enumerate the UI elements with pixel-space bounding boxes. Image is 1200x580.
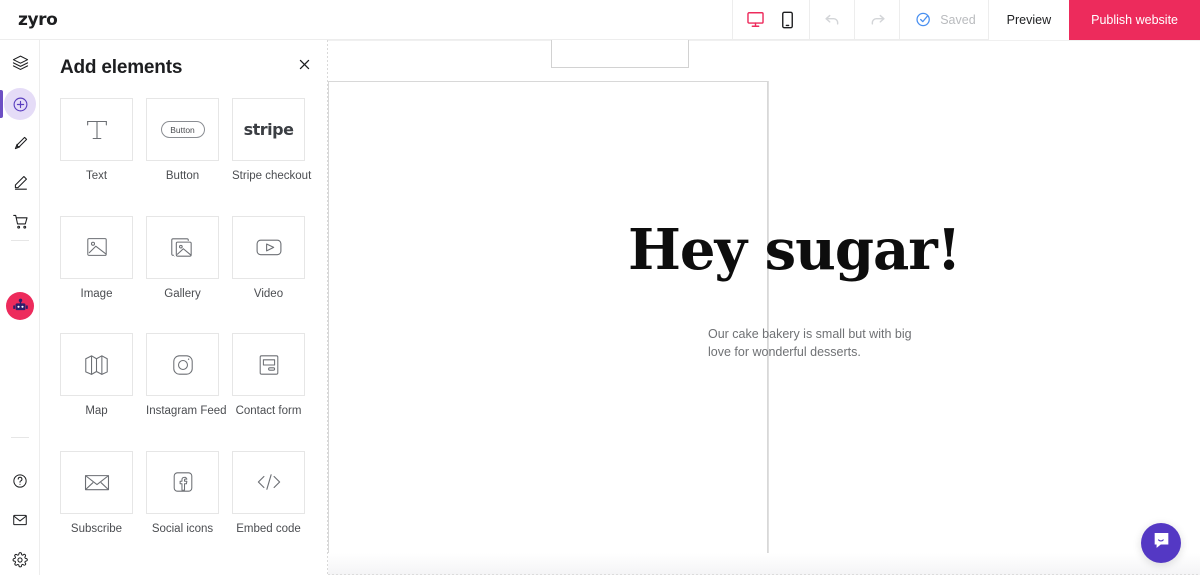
element-tile-text[interactable]: Text	[60, 98, 133, 183]
element-label: Subscribe	[70, 522, 123, 535]
element-tile-subscribe[interactable]: Subscribe	[60, 450, 133, 536]
zyro-logo[interactable]: zyro	[18, 10, 58, 30]
left-sidebar	[0, 40, 40, 575]
help-circle-icon	[4, 465, 36, 497]
image-icon	[60, 215, 133, 279]
preview-button[interactable]: Preview	[987, 0, 1070, 40]
element-tile-gallery[interactable]: Gallery	[146, 215, 219, 301]
publish-website-button[interactable]: Publish website	[1069, 0, 1200, 40]
chat-bubble-icon	[1151, 530, 1172, 556]
sidebar-item-online-store[interactable]	[0, 201, 40, 241]
element-label: Image	[80, 287, 113, 300]
element-label: Gallery	[164, 287, 201, 300]
undo-button[interactable]	[809, 0, 854, 40]
sidebar-item-ai-assistant[interactable]	[0, 286, 40, 326]
element-label: Embed code	[236, 522, 301, 535]
canvas-bottom-fade	[328, 553, 1200, 575]
element-label: Social icons	[151, 522, 214, 535]
saved-label: Saved	[940, 12, 976, 27]
cart-icon	[4, 205, 36, 237]
close-icon[interactable]	[295, 55, 313, 73]
redo-icon[interactable]	[866, 9, 888, 31]
text-icon	[60, 98, 133, 161]
code-icon	[232, 450, 305, 514]
video-icon	[232, 215, 305, 279]
gear-icon	[4, 544, 36, 576]
mail-icon	[4, 504, 36, 536]
map-icon	[60, 333, 133, 397]
canvas-hero-section[interactable]	[328, 81, 768, 554]
device-switcher	[732, 0, 809, 40]
element-label: Stripe checkout	[232, 170, 312, 182]
button-chip-label: Button	[160, 121, 205, 138]
saved-check-icon	[912, 9, 934, 31]
stripe-wordmark: stripe	[243, 120, 294, 139]
element-tile-stripe-checkout[interactable]: stripe Stripe checkout	[232, 98, 312, 183]
sidebar-item-add-elements[interactable]	[0, 84, 40, 124]
element-label: Instagram Feed	[146, 405, 227, 418]
element-label: Text	[85, 170, 108, 182]
element-label: Map	[85, 405, 108, 418]
stripe-icon: stripe	[232, 98, 305, 161]
sidebar-item-messages[interactable]	[0, 500, 40, 540]
contact-form-icon	[232, 333, 305, 397]
element-tile-instagram-feed[interactable]: Instagram Feed	[146, 333, 227, 418]
facebook-icon	[146, 450, 219, 514]
element-tile-contact-form[interactable]: Contact form	[232, 333, 305, 418]
element-label: Video	[253, 287, 284, 300]
canvas-top-strip	[328, 40, 1200, 41]
canvas-element-outline-top[interactable]	[551, 40, 689, 68]
element-tile-map[interactable]: Map	[60, 333, 133, 418]
element-label: Button	[165, 170, 200, 182]
site-canvas[interactable]: Hey sugar! Our cake bakery is small but …	[328, 40, 1200, 575]
panel-title: Add elements	[60, 57, 183, 78]
sidebar-item-help[interactable]	[0, 461, 40, 501]
intercom-chat-launcher[interactable]	[1141, 523, 1181, 563]
pen-icon	[4, 166, 36, 198]
button-icon: Button	[146, 98, 219, 161]
element-tile-button[interactable]: Button Button	[146, 98, 219, 183]
sidebar-item-styles[interactable]	[0, 123, 40, 163]
envelope-icon	[60, 450, 133, 514]
element-tile-embed-code[interactable]: Embed code	[232, 450, 305, 536]
top-bar-actions: Saved Preview Publish website	[732, 0, 1200, 40]
layers-icon	[4, 46, 36, 78]
top-bar: zyro Saved Preview Publish website	[0, 0, 1200, 40]
sidebar-item-blog[interactable]	[0, 162, 40, 202]
save-status: Saved	[899, 0, 987, 40]
canvas-alignment-guide	[768, 81, 769, 554]
element-tile-video[interactable]: Video	[232, 215, 305, 301]
sidebar-divider-top	[11, 240, 29, 241]
undo-icon[interactable]	[821, 9, 843, 31]
sidebar-divider-bottom	[11, 437, 29, 438]
element-label: Contact form	[235, 405, 302, 418]
robot-icon	[6, 292, 34, 320]
desktop-view-icon[interactable]	[744, 9, 766, 31]
sidebar-item-pages[interactable]	[0, 42, 40, 82]
hero-heading[interactable]: Hey sugar!	[628, 222, 961, 278]
redo-button[interactable]	[854, 0, 899, 40]
brush-icon	[4, 127, 36, 159]
elements-grid: Text Button Button stripe Stripe checkou…	[60, 98, 312, 536]
element-tile-image[interactable]: Image	[60, 215, 133, 301]
mobile-view-icon[interactable]	[776, 9, 798, 31]
plus-circle-icon	[4, 88, 36, 120]
instagram-icon	[146, 333, 219, 397]
gallery-icon	[146, 215, 219, 279]
hero-body-text[interactable]: Our cake bakery is small but with big lo…	[708, 325, 936, 361]
element-tile-social-icons[interactable]: Social icons	[146, 450, 219, 536]
add-elements-panel: Add elements Text Button Button stripe S…	[40, 40, 328, 575]
sidebar-item-settings[interactable]	[0, 540, 40, 580]
